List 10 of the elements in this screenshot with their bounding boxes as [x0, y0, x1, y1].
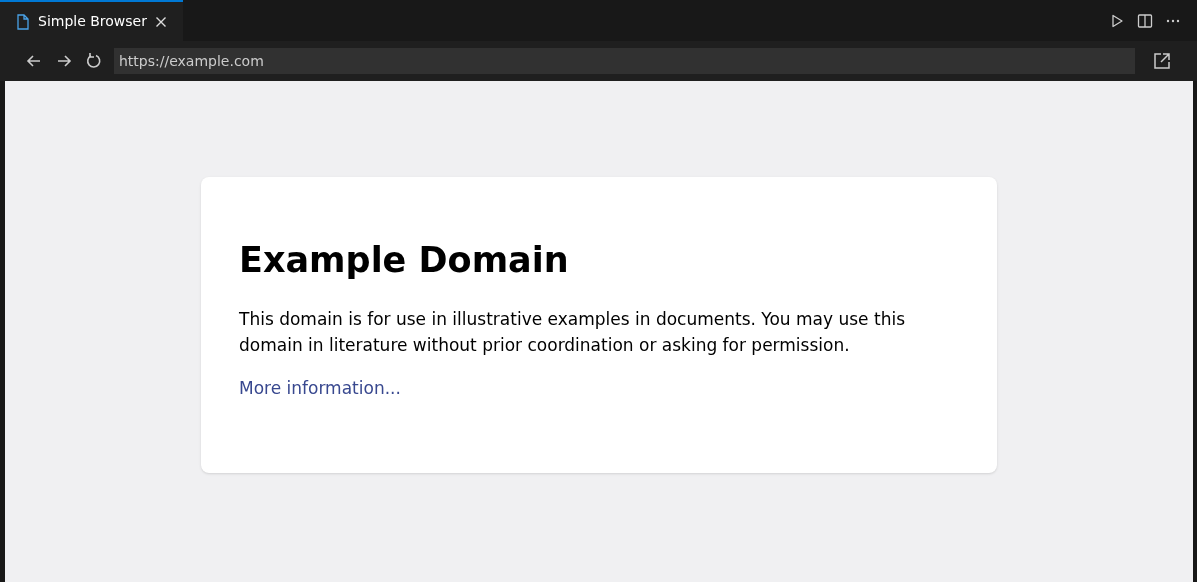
file-icon — [16, 13, 30, 30]
split-editor-icon[interactable] — [1137, 12, 1153, 29]
more-information-link[interactable]: More information... — [239, 378, 401, 398]
tab[interactable]: Simple Browser — [0, 0, 183, 41]
close-icon[interactable] — [155, 15, 167, 28]
page-heading: Example Domain — [239, 243, 569, 278]
page-paragraph: This domain is for use in illustrative examples in documents. You may use this domain in literature without prior coordination or asking for permission. — [239, 308, 906, 357]
open-external-icon[interactable] — [1153, 52, 1171, 70]
address-field[interactable]: https://example.com — [114, 48, 1135, 74]
run-icon[interactable] — [1109, 12, 1125, 29]
